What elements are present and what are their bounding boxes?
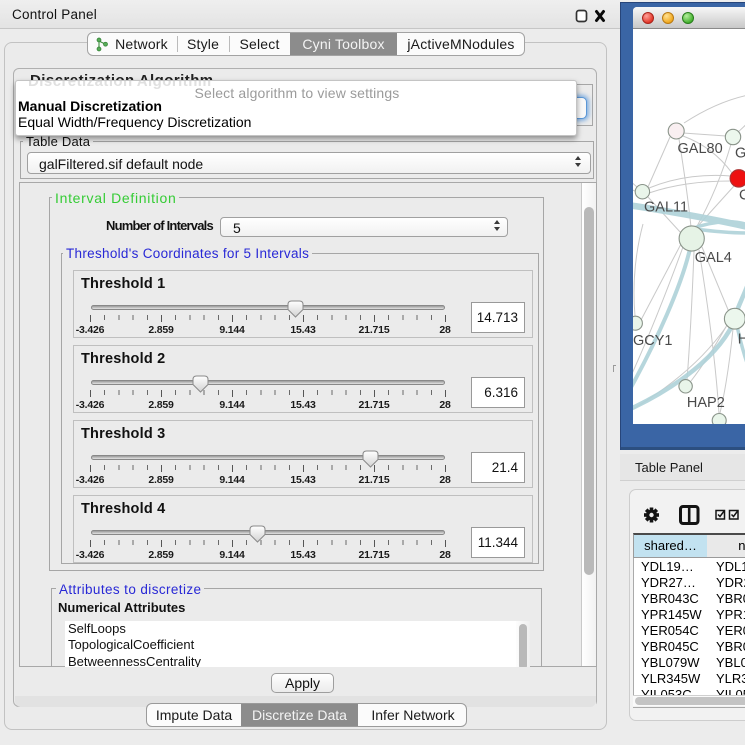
svg-text:GAL4: GAL4 (695, 250, 732, 266)
svg-text:HAP4: HAP4 (738, 332, 745, 348)
svg-text:GAL3: GAL3 (735, 146, 745, 162)
svg-text:GCY1: GCY1 (633, 333, 673, 349)
svg-text:GAL80: GAL80 (678, 141, 723, 157)
svg-text:CYC8: CYC8 (739, 188, 745, 204)
svg-text:GAL11: GAL11 (644, 200, 688, 216)
svg-text:HAP2: HAP2 (687, 395, 725, 411)
